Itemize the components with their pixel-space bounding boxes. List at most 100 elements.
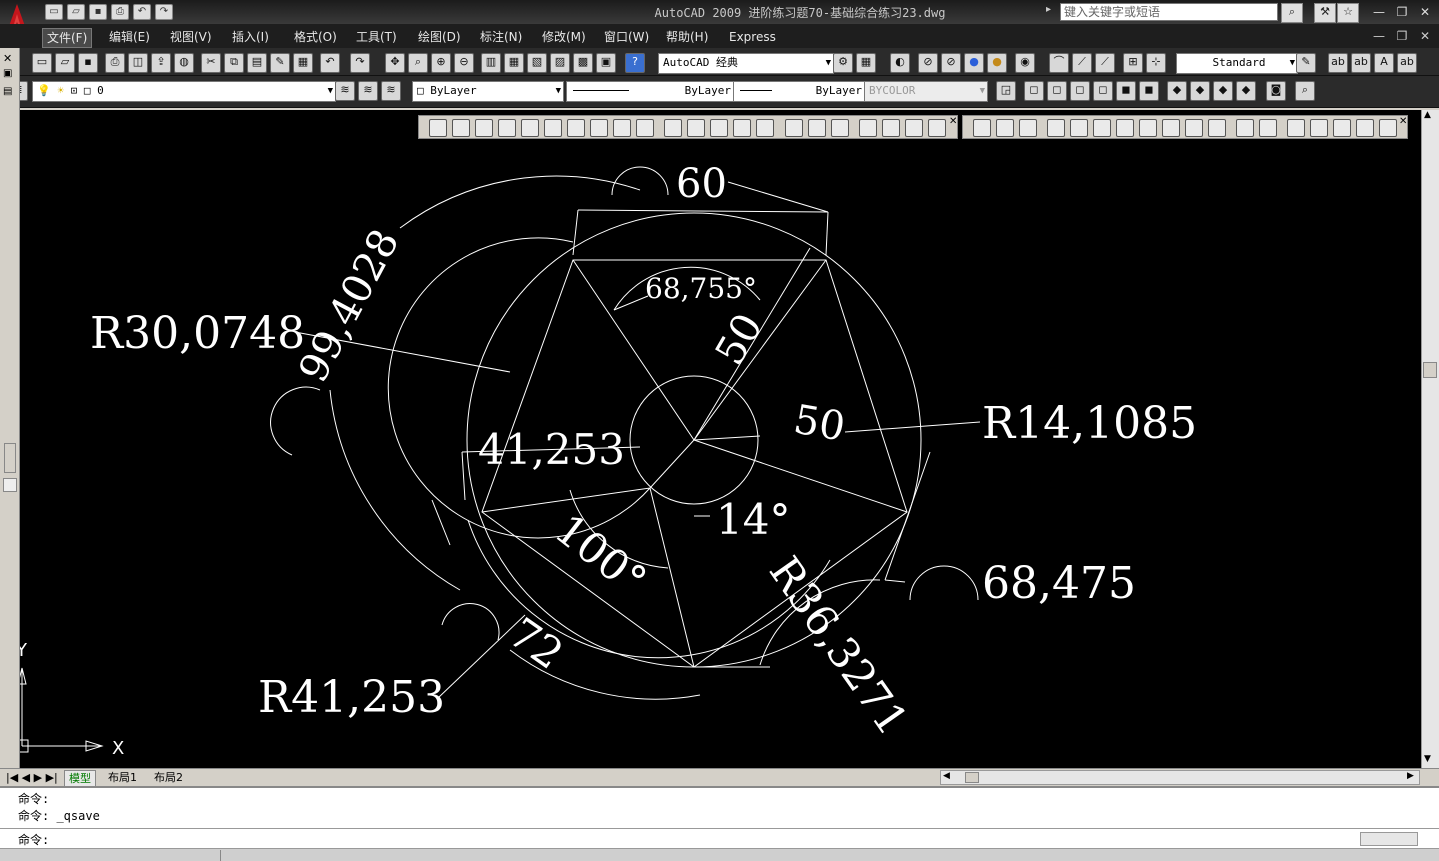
- revolve-icon[interactable]: [733, 119, 751, 137]
- text-edit-icon[interactable]: A: [1374, 53, 1394, 73]
- expand-arrow-icon[interactable]: ▸: [1046, 4, 1051, 15]
- menu-dimension[interactable]: 标注(N): [476, 28, 526, 46]
- dim-r30[interactable]: R30,0748: [90, 308, 305, 359]
- se-iso-icon[interactable]: ◆: [1190, 81, 1210, 101]
- horizontal-scrollbar[interactable]: ◀ ▶: [940, 770, 1420, 785]
- scroll-thumb[interactable]: [1423, 362, 1437, 378]
- dim-41[interactable]: 41,253: [478, 425, 625, 474]
- move-faces-icon[interactable]: [1070, 119, 1088, 137]
- conceptual-style-icon[interactable]: ⊘: [941, 53, 961, 73]
- publish-icon[interactable]: ⇪: [151, 53, 171, 73]
- redo-icon[interactable]: ↷: [155, 4, 173, 20]
- menu-draw[interactable]: 绘图(D): [414, 28, 465, 46]
- close-toolbar-icon[interactable]: ✕: [949, 116, 957, 127]
- undo-icon[interactable]: ↶: [133, 4, 151, 20]
- autohide-icon[interactable]: ▣: [3, 68, 12, 79]
- paste-icon[interactable]: ▤: [247, 53, 267, 73]
- back-view-icon[interactable]: ◼: [1139, 81, 1159, 101]
- search-icon[interactable]: ⌕: [1281, 3, 1303, 23]
- view-manager-icon[interactable]: ⌕: [1295, 81, 1315, 101]
- lineweight-select[interactable]: ByLayer ▼: [733, 81, 883, 102]
- subtract-icon[interactable]: [808, 119, 826, 137]
- copy-edges-icon[interactable]: [1236, 119, 1254, 137]
- layer-select[interactable]: 💡 ☀ ⊡ □ 0 ▼: [32, 81, 336, 102]
- palette-icon[interactable]: [3, 478, 17, 492]
- front-view-icon[interactable]: ◼: [1116, 81, 1136, 101]
- properties-icon[interactable]: ▥: [481, 53, 501, 73]
- extrude-icon[interactable]: [664, 119, 682, 137]
- scale-text-icon[interactable]: ab: [1397, 53, 1417, 73]
- sheet-set-icon[interactable]: ▨: [550, 53, 570, 73]
- menu-modify[interactable]: 修改(M): [538, 28, 590, 46]
- menu-insert[interactable]: 插入(I): [228, 28, 273, 46]
- status-tray-icons[interactable]: [1030, 850, 1430, 861]
- dim-angle-68[interactable]: 68,755°: [645, 272, 757, 305]
- radius-dim-icon[interactable]: ⟋: [1072, 53, 1092, 73]
- workspace-select[interactable]: AutoCAD 经典 ▼: [658, 53, 834, 74]
- scroll-left-icon[interactable]: ◀: [943, 771, 950, 781]
- sweep-icon[interactable]: [710, 119, 728, 137]
- menu-view[interactable]: 视图(V): [166, 28, 216, 46]
- solid-intersect-icon[interactable]: [1019, 119, 1037, 137]
- search-input[interactable]: 键入关键字或短语: [1060, 3, 1278, 21]
- minimize-doc-button[interactable]: —: [1370, 28, 1388, 44]
- scroll-right-icon[interactable]: ▶: [1407, 771, 1414, 781]
- cylinder-icon[interactable]: [544, 119, 562, 137]
- materials-sphere-icon[interactable]: ●: [987, 53, 1007, 73]
- copy-faces-icon[interactable]: [1185, 119, 1203, 137]
- 3d-array-icon[interactable]: [928, 119, 946, 137]
- hscroll-thumb[interactable]: [965, 772, 979, 783]
- pyramid-icon[interactable]: [590, 119, 608, 137]
- zoom-previous-icon[interactable]: ⊖: [454, 53, 474, 73]
- box-icon[interactable]: [452, 119, 470, 137]
- nw-iso-icon[interactable]: ◆: [1236, 81, 1256, 101]
- bottom-view-icon[interactable]: ◻: [1047, 81, 1067, 101]
- dim-style-icon[interactable]: ✎: [1296, 53, 1316, 73]
- tolerance-icon[interactable]: ⊞: [1123, 53, 1143, 73]
- design-center-icon[interactable]: ▦: [504, 53, 524, 73]
- open-file-icon[interactable]: ▱: [55, 53, 75, 73]
- open-icon[interactable]: ▱: [67, 4, 85, 20]
- extrude-faces-icon[interactable]: [1047, 119, 1065, 137]
- polysolid-icon[interactable]: [429, 119, 447, 137]
- check-icon[interactable]: [1379, 119, 1397, 137]
- loft-icon[interactable]: [756, 119, 774, 137]
- planar-surface-icon[interactable]: [636, 119, 654, 137]
- delete-faces-icon[interactable]: [1116, 119, 1134, 137]
- render-sphere-icon[interactable]: ●: [964, 53, 984, 73]
- zoom-realtime-icon[interactable]: ⌕: [408, 53, 428, 73]
- tab-layout2[interactable]: 布局2: [150, 770, 187, 785]
- dim-99[interactable]: 99,4028: [290, 222, 408, 390]
- menu-tools[interactable]: 工具(T): [352, 28, 401, 46]
- hide-icon[interactable]: ◐: [890, 53, 910, 73]
- spell-check-icon[interactable]: ab: [1328, 53, 1348, 73]
- sw-iso-icon[interactable]: ◆: [1167, 81, 1187, 101]
- close-doc-button[interactable]: ✕: [1416, 28, 1434, 44]
- new-icon[interactable]: ▭: [45, 4, 63, 20]
- tab-layout1[interactable]: 布局1: [104, 770, 141, 785]
- restore-app-button[interactable]: ❐: [1393, 4, 1411, 20]
- sphere-icon[interactable]: [521, 119, 539, 137]
- match-properties-icon[interactable]: ✎: [270, 53, 290, 73]
- center-mark-icon[interactable]: ⊹: [1146, 53, 1166, 73]
- 3d-align-icon[interactable]: [905, 119, 923, 137]
- solid-subtract-icon[interactable]: [996, 119, 1014, 137]
- close-toolbar-icon[interactable]: ✕: [1399, 116, 1407, 127]
- dim-72[interactable]: 72: [500, 608, 572, 679]
- union-icon[interactable]: [785, 119, 803, 137]
- menu-help[interactable]: 帮助(H): [662, 28, 712, 46]
- wedge-icon[interactable]: [475, 119, 493, 137]
- scroll-down-icon[interactable]: ▼: [1424, 754, 1431, 764]
- 3d-dwf-icon[interactable]: ◍: [174, 53, 194, 73]
- palette-tab[interactable]: [4, 443, 16, 473]
- palette-properties-icon[interactable]: ▤: [3, 86, 12, 97]
- 3d-rotate-icon[interactable]: [882, 119, 900, 137]
- separate-icon[interactable]: [1333, 119, 1351, 137]
- markup-icon[interactable]: ▩: [573, 53, 593, 73]
- dim-50b[interactable]: 50: [790, 397, 848, 451]
- make-current-layer-icon[interactable]: ≋: [335, 81, 355, 101]
- helix-icon[interactable]: [613, 119, 631, 137]
- find-text-icon[interactable]: ab: [1351, 53, 1371, 73]
- intersect-icon[interactable]: [831, 119, 849, 137]
- command-prompt[interactable]: 命令:: [18, 831, 49, 848]
